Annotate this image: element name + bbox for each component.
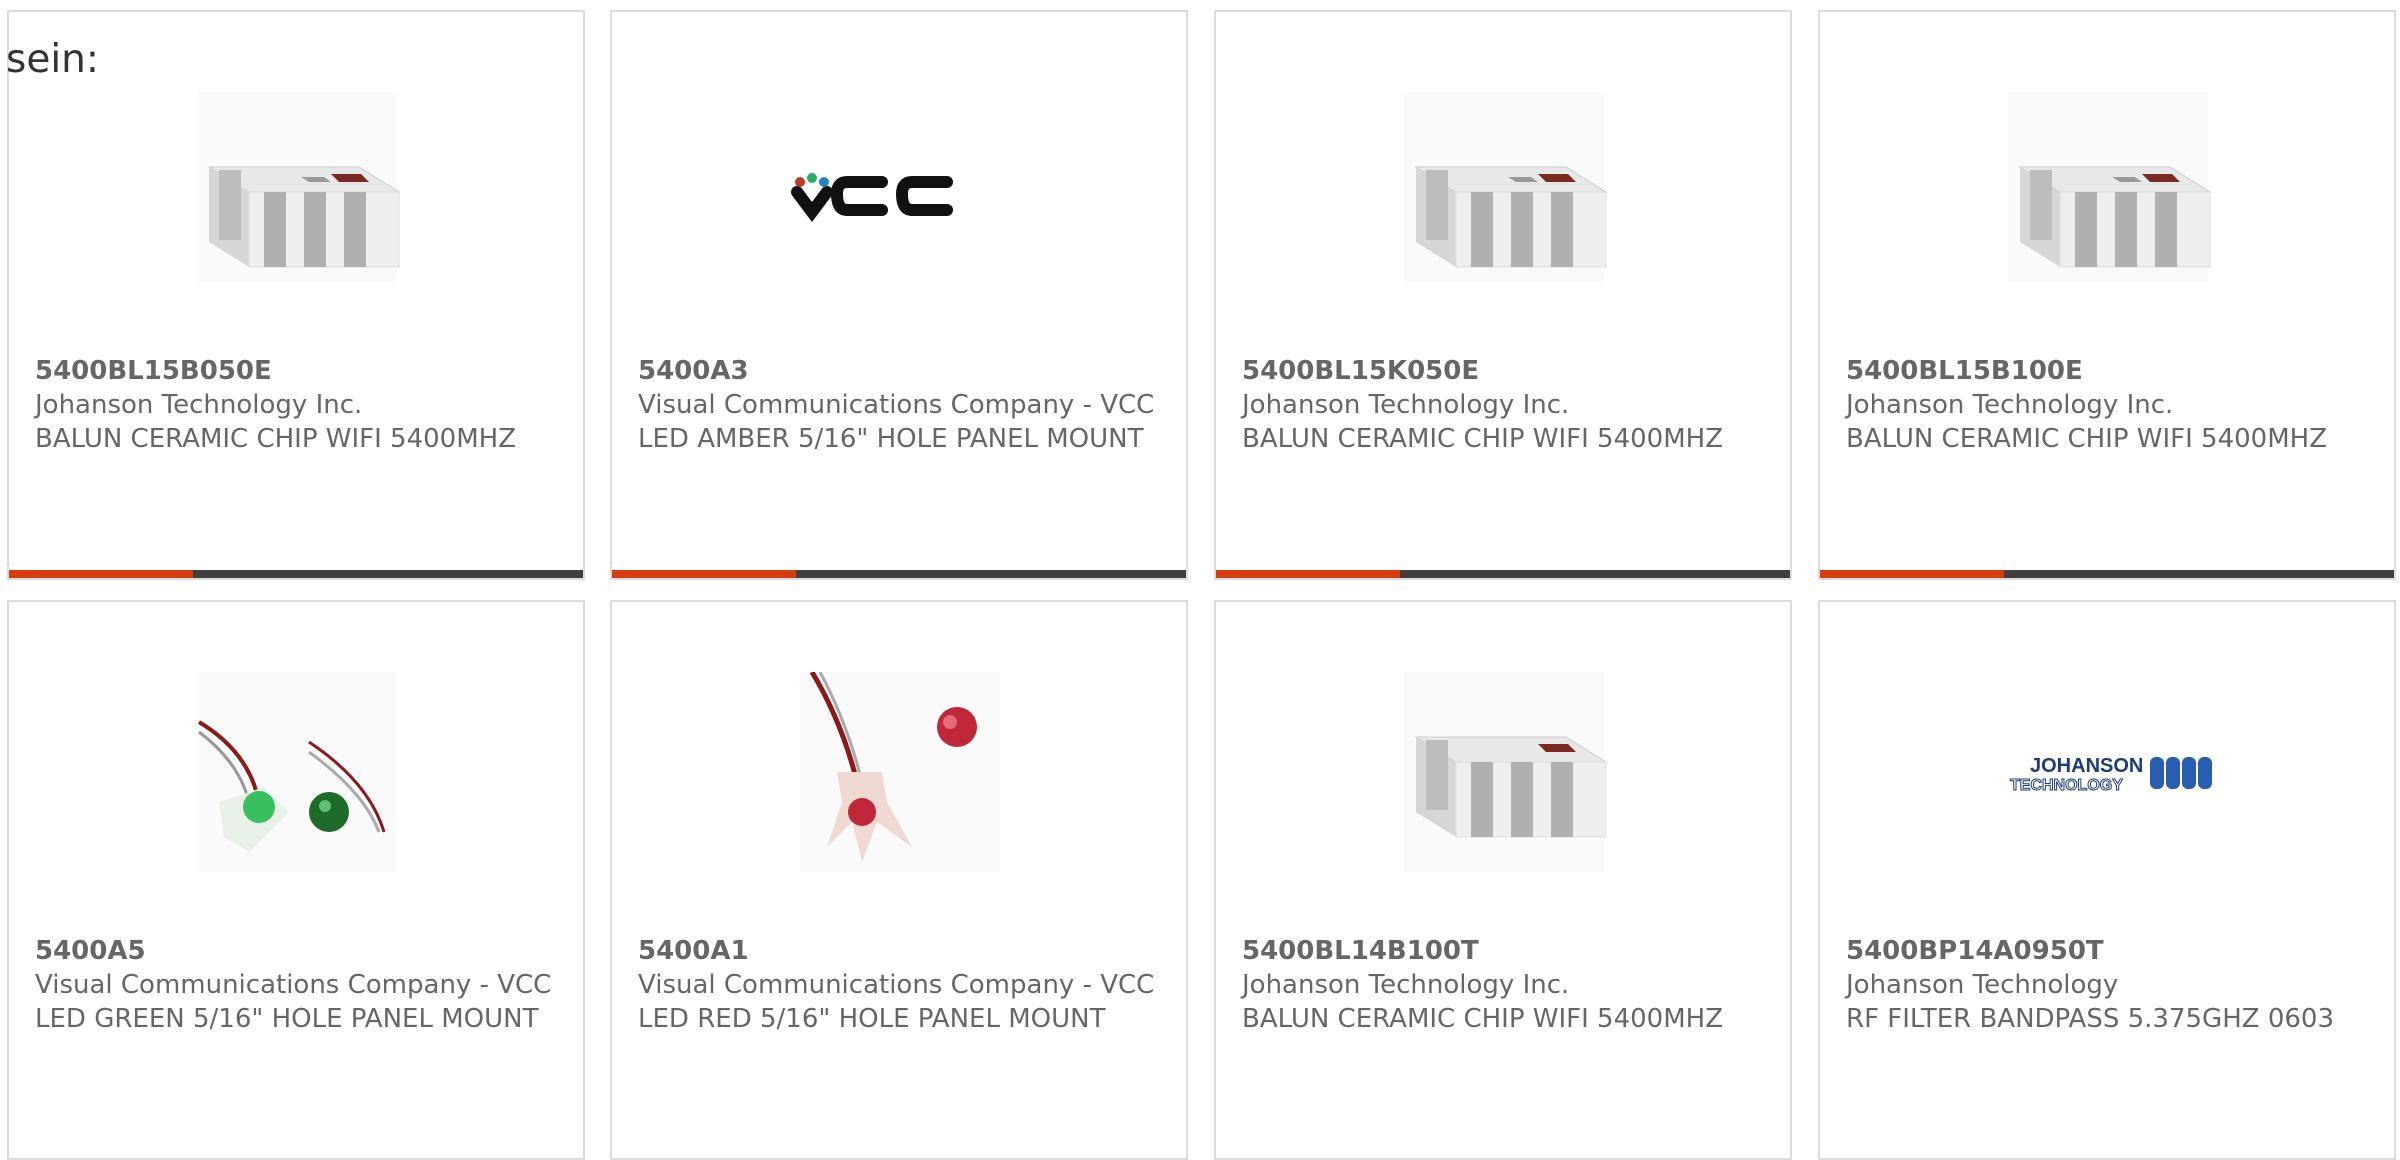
card-accent-bar (612, 570, 796, 578)
green-led-image[interactable] (9, 672, 583, 872)
svg-text:TECHNOLOGY: TECHNOLOGY (2010, 777, 2123, 794)
vcc-logo[interactable] (612, 82, 1186, 282)
product-card[interactable]: 5400BL15K050E Johanson Technology Inc. B… (1214, 10, 1792, 580)
description: LED AMBER 5/16" HOLE PANEL MOUNT (638, 424, 1144, 454)
part-number-link[interactable]: 5400BL15B100E (1846, 354, 2368, 388)
part-number-link[interactable]: 5400A5 (35, 934, 557, 968)
product-card[interactable]: 5400A5 Visual Communications Company - V… (7, 600, 585, 1160)
card-bottom-bar (9, 570, 583, 578)
product-info: 5400BL15K050E Johanson Technology Inc. B… (1242, 354, 1764, 456)
part-number-link[interactable]: 5400BL15K050E (1242, 354, 1764, 388)
ceramic-chip-balun-image[interactable] (9, 82, 583, 282)
description: LED GREEN 5/16" HOLE PANEL MOUNT (35, 1004, 539, 1034)
johanson-technology-logo[interactable]: JOHANSON TECHNOLOGY (1820, 672, 2394, 872)
card-accent-bar (1216, 570, 1400, 578)
svg-text:JOHANSON: JOHANSON (2030, 755, 2143, 777)
description: BALUN CERAMIC CHIP WIFI 5400MHZ (1242, 424, 1723, 454)
manufacturer: Johanson Technology Inc. (1846, 390, 2174, 420)
manufacturer: Johanson Technology Inc. (35, 390, 363, 420)
part-number-link[interactable]: 5400BL15B050E (35, 354, 557, 388)
card-bottom-bar (1216, 570, 1790, 578)
part-number-link[interactable]: 5400BP14A0950T (1846, 934, 2368, 968)
part-number-link[interactable]: 5400A1 (638, 934, 1160, 968)
description: LED RED 5/16" HOLE PANEL MOUNT (638, 1004, 1106, 1034)
manufacturer: Johanson Technology Inc. (1242, 970, 1570, 1000)
product-card[interactable]: JOHANSON TECHNOLOGY 5400BP14A0950T Johan… (1818, 600, 2396, 1160)
product-info: 5400BL15B100E Johanson Technology Inc. B… (1846, 354, 2368, 456)
product-card[interactable]: 5400BL14B100T Johanson Technology Inc. B… (1214, 600, 1792, 1160)
ceramic-chip-balun-image[interactable] (1820, 82, 2394, 282)
product-card[interactable]: 5400BL15B050E Johanson Technology Inc. B… (7, 10, 585, 580)
description: BALUN CERAMIC CHIP WIFI 5400MHZ (1242, 1004, 1723, 1034)
manufacturer: Visual Communications Company - VCC (35, 970, 552, 1000)
card-accent-bar (9, 570, 193, 578)
card-bottom-bar (1820, 570, 2394, 578)
description: BALUN CERAMIC CHIP WIFI 5400MHZ (35, 424, 516, 454)
product-info: 5400A1 Visual Communications Company - V… (638, 934, 1160, 1036)
manufacturer: Johanson Technology Inc. (1242, 390, 1570, 420)
part-number-link[interactable]: 5400BL14B100T (1242, 934, 1764, 968)
product-card[interactable]: 5400A1 Visual Communications Company - V… (610, 600, 1188, 1160)
card-bottom-bar (612, 570, 1186, 578)
manufacturer: Visual Communications Company - VCC (638, 390, 1155, 420)
product-info: 5400A5 Visual Communications Company - V… (35, 934, 557, 1036)
product-info: 5400BL15B050E Johanson Technology Inc. B… (35, 354, 557, 456)
manufacturer: Johanson Technology (1846, 970, 2119, 1000)
part-number-link[interactable]: 5400A3 (638, 354, 1160, 388)
product-info: 5400BL14B100T Johanson Technology Inc. B… (1242, 934, 1764, 1036)
red-led-image[interactable] (612, 672, 1186, 872)
product-card[interactable]: 5400BL15B100E Johanson Technology Inc. B… (1818, 10, 2396, 580)
product-card[interactable]: 5400A3 Visual Communications Company - V… (610, 10, 1188, 580)
ceramic-chip-balun-image[interactable] (1216, 82, 1790, 282)
ceramic-chip-balun-image[interactable] (1216, 672, 1790, 872)
manufacturer: Visual Communications Company - VCC (638, 970, 1155, 1000)
card-accent-bar (1820, 570, 2004, 578)
description: BALUN CERAMIC CHIP WIFI 5400MHZ (1846, 424, 2327, 454)
intro-text: sein: (6, 37, 100, 82)
description: RF FILTER BANDPASS 5.375GHZ 0603 (1846, 1004, 2334, 1034)
product-info: 5400BP14A0950T Johanson Technology RF FI… (1846, 934, 2368, 1036)
product-info: 5400A3 Visual Communications Company - V… (638, 354, 1160, 456)
